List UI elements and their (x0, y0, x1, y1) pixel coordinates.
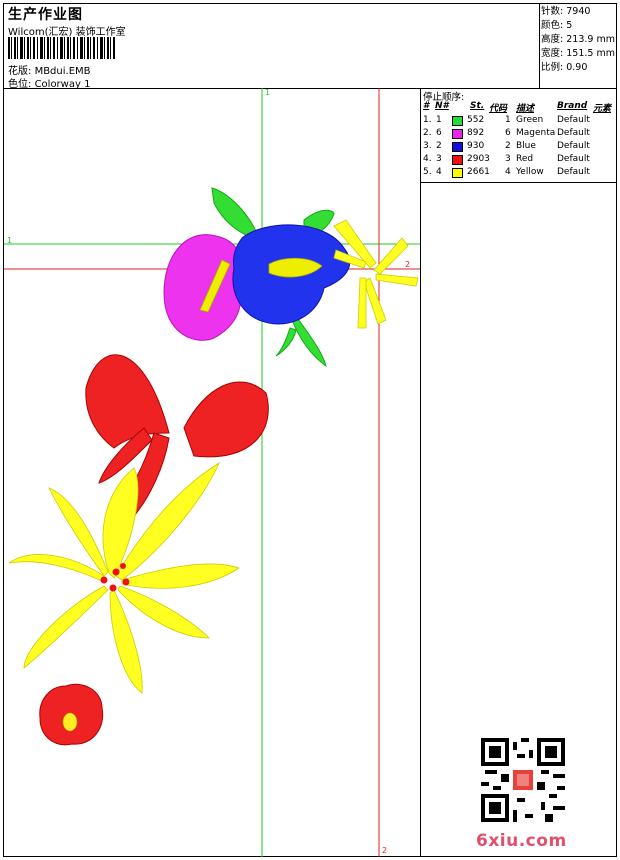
sidebar-divider (420, 88, 421, 857)
guide-label-green-h: 1 (7, 236, 13, 245)
table-row: 5. 4 2661 4 Yellow Default (421, 167, 617, 180)
table-row: 2. 6 892 6 Magenta Default (421, 128, 617, 141)
cell-idx: 2. (423, 128, 432, 138)
company-name: Wilcom(汇宏) 装饰工作室 (8, 27, 126, 38)
guide-label-red-h: 2 (405, 260, 411, 269)
color-swatch (452, 116, 463, 126)
cell-st: 552 (467, 115, 485, 125)
color-swatch (452, 168, 463, 178)
cell-brand: Default (557, 128, 590, 138)
height-stat: 高度: 213.9 mm (541, 34, 615, 45)
cell-brand: Default (557, 154, 590, 164)
table-row: 4. 3 2903 3 Red Default (421, 154, 617, 167)
cell-desc: Yellow (516, 167, 544, 177)
col-needle: N# (435, 101, 449, 111)
width-value: 151.5 mm (566, 48, 615, 59)
cell-idx: 4. (423, 154, 432, 164)
cell-idx: 3. (423, 141, 432, 151)
cell-code: 1 (505, 115, 511, 125)
colors-value: 5 (566, 20, 573, 31)
table-bottom-divider (420, 182, 617, 183)
col-code: 代码 (489, 104, 508, 114)
yellow-star-flower (333, 219, 419, 329)
stitches-value: 7940 (566, 6, 591, 17)
col-index: # (423, 101, 430, 111)
col-desc: 描述 (516, 104, 535, 114)
qr-code-image (481, 738, 565, 822)
cell-desc: Blue (516, 141, 536, 151)
cell-desc: Green (516, 115, 544, 125)
color-swatch (452, 142, 463, 152)
embroidery-preview (4, 88, 420, 857)
guide-label-green-v: 1 (265, 88, 271, 97)
height-value: 213.9 mm (566, 34, 615, 45)
yellow-big-flower (8, 461, 240, 694)
guide-label-red-v: 2 (382, 846, 388, 855)
color-swatch (452, 129, 463, 139)
col-stitches: St. (470, 101, 485, 111)
cell-n: 2 (436, 141, 442, 151)
cell-code: 6 (505, 128, 511, 138)
page-title: 生产作业图 (8, 7, 83, 23)
cell-n: 3 (436, 154, 442, 164)
color-swatch (452, 155, 463, 165)
design-stats: 针数: 7940 颜色: 5 高度: 213.9 mm 宽度: 151.5 mm… (541, 5, 617, 75)
cell-st: 2903 (467, 154, 490, 164)
scale-value: 0.90 (566, 62, 588, 73)
cell-code: 4 (505, 167, 511, 177)
red-bow (85, 354, 269, 517)
cell-brand: Default (557, 115, 590, 125)
cell-desc: Magenta (516, 128, 556, 138)
cell-idx: 5. (423, 167, 432, 177)
cell-n: 4 (436, 167, 442, 177)
stats-divider (539, 3, 540, 88)
cell-brand: Default (557, 167, 590, 177)
cell-n: 1 (436, 115, 442, 125)
magenta-petal (163, 234, 244, 341)
cell-st: 930 (467, 141, 485, 151)
col-element: 元素 (593, 104, 612, 114)
small-red-flower-center (62, 712, 78, 732)
watermark-text: 6xiu.com (476, 831, 567, 851)
colors-stat: 颜色: 5 (541, 20, 573, 31)
width-stat: 宽度: 151.5 mm (541, 48, 615, 59)
cell-brand: Default (557, 141, 590, 151)
cell-st: 2661 (467, 167, 490, 177)
scale-stat: 比例: 0.90 (541, 62, 588, 73)
cell-idx: 1. (423, 115, 432, 125)
cell-code: 3 (505, 154, 511, 164)
barcode-image (8, 37, 115, 59)
table-row: 1. 1 552 1 Green Default (421, 115, 617, 128)
cell-n: 6 (436, 128, 442, 138)
cell-desc: Red (516, 154, 534, 164)
cell-code: 2 (505, 141, 511, 151)
table-header: # N# St. 代码 描述 Brand 元素 (421, 101, 617, 114)
cell-st: 892 (467, 128, 485, 138)
stitches-stat: 针数: 7940 (541, 6, 591, 17)
table-row: 3. 2 930 2 Blue Default (421, 141, 617, 154)
col-brand: Brand (557, 101, 588, 111)
